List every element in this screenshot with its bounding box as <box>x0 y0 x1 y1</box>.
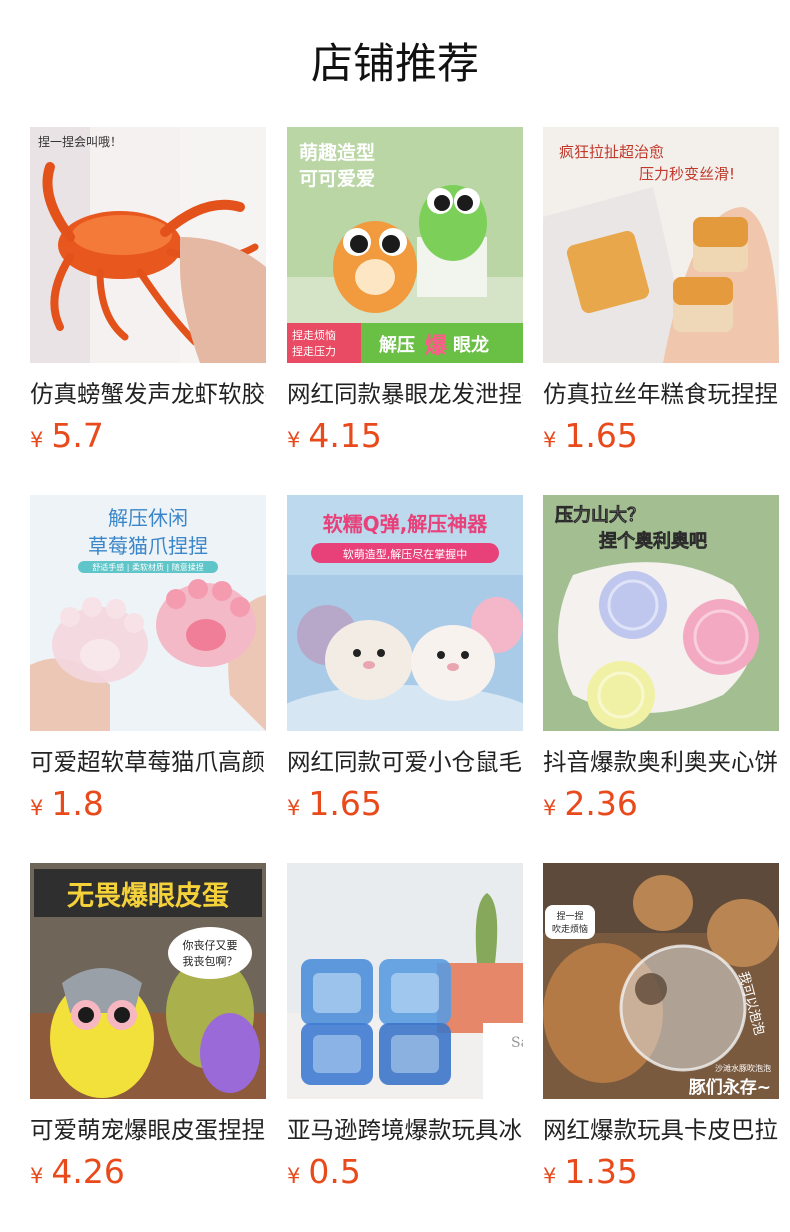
product-card[interactable]: 捏一捏会叫哦！ 仿真螃蟹发声龙虾软胶捏捏乐 ¥5.7 <box>30 127 266 456</box>
price-value: 0.5 <box>308 1152 361 1191</box>
image-caption: 爆 <box>425 334 448 359</box>
product-image[interactable]: 捏一捏会叫哦！ <box>30 127 266 363</box>
product-card[interactable]: 软糯Q弹,解压神器 软萌造型,解压尽在掌握中 网红同款可爱小仓鼠毛绒捏捏 ¥1.… <box>287 495 523 824</box>
product-card[interactable]: 无畏爆眼皮蛋 你丧仔又要 我丧包啊？ 可爱萌宠爆眼皮蛋捏捏乐 ¥4.26 <box>30 863 266 1192</box>
image-caption: 捏一捏会叫哦！ <box>38 134 122 149</box>
product-image[interactable]: 压力山大？ 捏个奥利奥吧 <box>543 495 779 731</box>
product-price: ¥0.5 <box>287 1152 523 1192</box>
image-caption: 可可爱爱 <box>299 168 375 190</box>
image-caption: 压力秒变丝滑! <box>639 165 735 183</box>
currency-symbol: ¥ <box>543 428 557 452</box>
image-caption: 吹走烦恼 <box>552 923 588 935</box>
price-value: 1.8 <box>51 784 104 823</box>
product-price: ¥1.8 <box>30 784 266 824</box>
currency-symbol: ¥ <box>30 1164 44 1188</box>
price-value: 4.26 <box>51 1152 125 1191</box>
product-price: ¥1.65 <box>287 784 523 824</box>
product-price: ¥1.65 <box>543 416 779 456</box>
product-name[interactable]: 可爱超软草莓猫爪高颜值捏捏 <box>30 746 266 778</box>
currency-symbol: ¥ <box>287 1164 301 1188</box>
product-image[interactable]: 解压休闲 草莓猫爪捏捏 舒适手感 | 柔软材质 | 随意揉捏 <box>30 495 266 731</box>
image-caption: 疯狂拉扯超治愈 <box>559 143 664 161</box>
price-value: 1.65 <box>308 784 382 823</box>
image-caption: 无畏爆眼皮蛋 <box>67 881 229 912</box>
product-name[interactable]: 可爱萌宠爆眼皮蛋捏捏乐 <box>30 1114 266 1146</box>
image-caption: 舒适手感 | 柔软材质 | 随意揉捏 <box>92 562 204 572</box>
image-caption: 解压 <box>379 334 415 356</box>
image-caption: 捏一捏 <box>556 910 583 922</box>
price-value: 1.65 <box>564 416 638 455</box>
product-name[interactable]: 仿真拉丝年糕食玩捏捏乐 <box>543 378 779 410</box>
product-name[interactable]: 抖音爆款奥利奥夹心饼干捏捏 <box>543 746 779 778</box>
product-card[interactable]: 疯狂拉扯超治愈 压力秒变丝滑! 仿真拉丝年糕食玩捏捏乐 ¥1.65 <box>543 127 779 456</box>
currency-symbol: ¥ <box>30 796 44 820</box>
product-image[interactable]: Sa <box>287 863 523 1099</box>
product-price: ¥5.7 <box>30 416 266 456</box>
product-price: ¥4.26 <box>30 1152 266 1192</box>
image-caption: 软糯Q弹,解压神器 <box>323 512 489 536</box>
price-value: 2.36 <box>564 784 638 823</box>
product-name[interactable]: 网红同款可爱小仓鼠毛绒捏捏 <box>287 746 523 778</box>
image-caption: 捏走压力 <box>292 344 336 358</box>
currency-symbol: ¥ <box>30 428 44 452</box>
currency-symbol: ¥ <box>287 428 301 452</box>
currency-symbol: ¥ <box>543 796 557 820</box>
product-card[interactable]: 捏一捏 吹走烦恼 我可以泡泡 沙滩水豚吹泡泡 豚们永存~ 网红爆款玩具卡皮巴拉吹… <box>543 863 779 1192</box>
image-caption: Sa <box>511 1035 523 1051</box>
product-name[interactable]: 仿真螃蟹发声龙虾软胶捏捏乐 <box>30 378 266 410</box>
product-image[interactable]: 无畏爆眼皮蛋 你丧仔又要 我丧包啊？ <box>30 863 266 1099</box>
product-price: ¥4.15 <box>287 416 523 456</box>
price-value: 5.7 <box>51 416 104 455</box>
currency-symbol: ¥ <box>287 796 301 820</box>
product-name[interactable]: 网红同款暴眼龙发泄捏捏乐 <box>287 378 523 410</box>
product-image[interactable]: 萌趣造型 可可爱爱 捏走烦恼 捏走压力 解压 爆 眼龙 <box>287 127 523 363</box>
product-card[interactable]: 解压休闲 草莓猫爪捏捏 舒适手感 | 柔软材质 | 随意揉捏 可爱超软草莓猫爪高… <box>30 495 266 824</box>
page-title: 店铺推荐 <box>310 39 479 88</box>
image-caption: 压力山大？ <box>555 504 645 526</box>
image-caption: 萌趣造型 <box>299 141 375 164</box>
image-caption: 解压休闲 <box>108 506 188 530</box>
product-image[interactable]: 软糯Q弹,解压神器 软萌造型,解压尽在掌握中 <box>287 495 523 731</box>
image-caption: 眼龙 <box>453 334 489 356</box>
product-card[interactable]: 压力山大？ 捏个奥利奥吧 抖音爆款奥利奥夹心饼干捏捏 ¥2.36 <box>543 495 779 824</box>
image-caption: 你丧仔又要 <box>183 939 238 952</box>
product-card[interactable]: Sa 亚马逊跨境爆款玩具冰块捏捏 ¥0.5 <box>287 863 523 1192</box>
image-caption: 捏走烦恼 <box>292 328 336 342</box>
price-value: 4.15 <box>308 416 382 455</box>
image-caption: 豚们永存~ <box>689 1077 771 1098</box>
product-price: ¥1.35 <box>543 1152 779 1192</box>
product-card[interactable]: 萌趣造型 可可爱爱 捏走烦恼 捏走压力 解压 爆 眼龙 网红同款暴眼龙发泄捏捏乐… <box>287 127 523 456</box>
product-price: ¥2.36 <box>543 784 779 824</box>
image-caption: 草莓猫爪捏捏 <box>88 534 208 558</box>
image-caption: 软萌造型,解压尽在掌握中 <box>343 547 468 561</box>
image-caption: 捏个奥利奥吧 <box>599 530 707 552</box>
image-caption: 我丧包啊？ <box>183 955 238 968</box>
product-image[interactable]: 捏一捏 吹走烦恼 我可以泡泡 沙滩水豚吹泡泡 豚们永存~ <box>543 863 779 1099</box>
image-caption: 沙滩水豚吹泡泡 <box>715 1063 771 1073</box>
product-image[interactable]: 疯狂拉扯超治愈 压力秒变丝滑! <box>543 127 779 363</box>
currency-symbol: ¥ <box>543 1164 557 1188</box>
price-value: 1.35 <box>564 1152 638 1191</box>
product-name[interactable]: 亚马逊跨境爆款玩具冰块捏捏 <box>287 1114 523 1146</box>
product-name[interactable]: 网红爆款玩具卡皮巴拉吹泡泡 <box>543 1114 779 1146</box>
